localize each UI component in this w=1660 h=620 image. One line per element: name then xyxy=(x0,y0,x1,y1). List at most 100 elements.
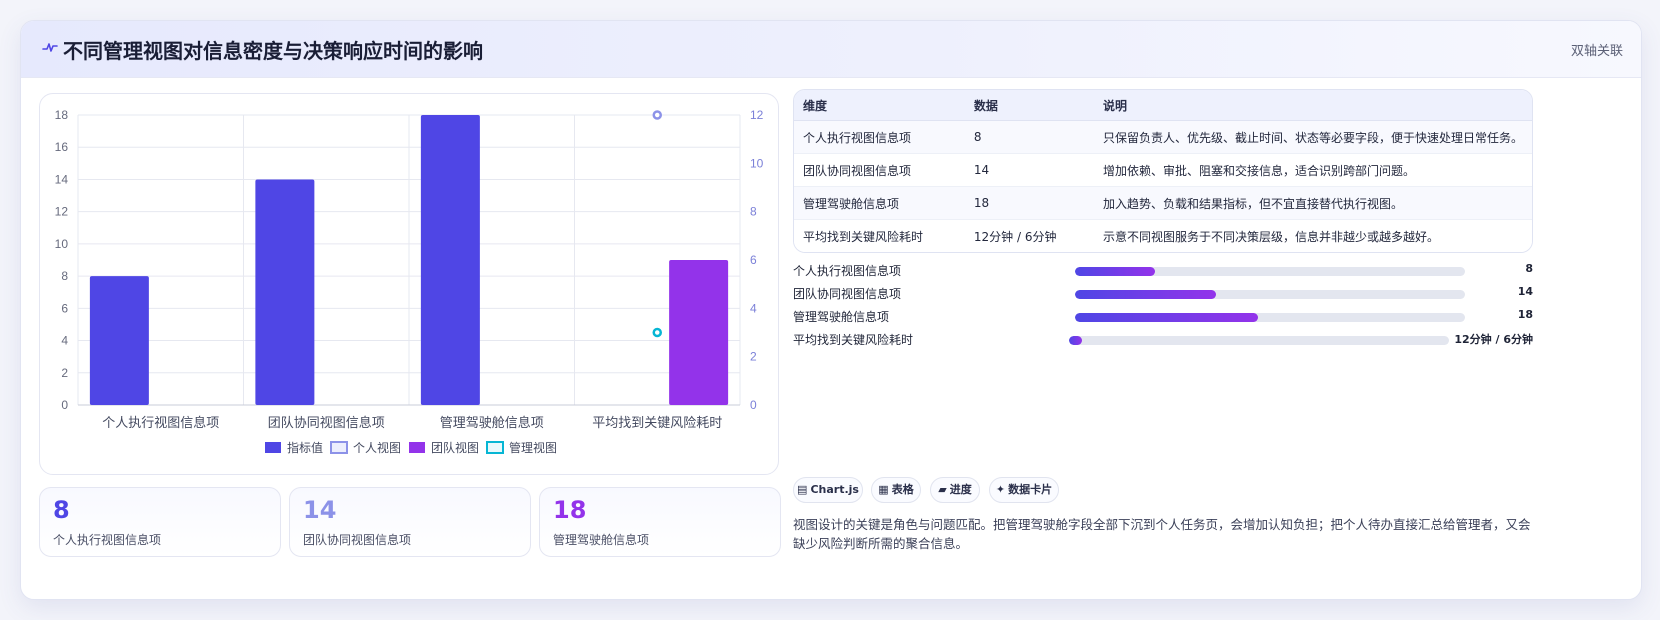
table-row: 平均找到关键风险耗时 12分钟 / 6分钟 示意不同视图服务于不同决策层级，信息… xyxy=(794,219,1532,252)
table-cell: 加入趋势、负载和结果指标，但不宜直接替代执行视图。 xyxy=(1093,186,1532,220)
legend-swatch xyxy=(265,442,281,453)
column-header: 维度 xyxy=(794,90,965,121)
y-left-tick-label: 2 xyxy=(61,366,68,380)
stat-label: 个人执行视图信息项 xyxy=(53,533,162,547)
bar-indicator xyxy=(89,276,149,405)
progress-list: 个人执行视图信息项 8 团队协同视图信息项 14 管理驾驶舱信息项 18 平均找… xyxy=(793,259,1533,355)
table-icon: ▦ xyxy=(878,483,889,496)
progress-track xyxy=(1075,267,1465,276)
legend-swatch xyxy=(486,441,504,454)
chip-table[interactable]: ▦ 表格 xyxy=(871,477,921,503)
progress-row: 平均找到关键风险耗时 12分钟 / 6分钟 xyxy=(793,328,1533,351)
y-left-tick-label: 14 xyxy=(55,172,69,186)
bar-team-view xyxy=(669,260,729,405)
legend-label: 个人视图 xyxy=(353,440,401,455)
stat-value: 8 xyxy=(53,496,70,524)
legend-label: 团队视图 xyxy=(431,440,479,455)
legend-label: 指标值 xyxy=(287,440,323,455)
chip-label: Chart.js xyxy=(810,483,859,496)
progress-fill xyxy=(1069,336,1083,345)
y-left-tick-label: 10 xyxy=(55,237,69,251)
y-right-tick-label: 0 xyxy=(750,398,757,412)
progress-label: 管理驾驶舱信息项 xyxy=(793,310,890,324)
stat-card: 14 团队协同视图信息项 xyxy=(289,487,531,557)
summary-note: 视图设计的关键是角色与问题匹配。把管理驾驶舱字段全部下沉到个人任务页，会增加认知… xyxy=(793,517,1531,551)
table-cell: 示意不同视图服务于不同决策层级，信息并非越少或越多越好。 xyxy=(1093,219,1532,252)
progress-value: 18 xyxy=(1517,308,1533,321)
card-header: 不同管理视图对信息密度与决策响应时间的影响 双轴关联 xyxy=(21,21,1641,78)
chip-chartjs[interactable]: ▤ Chart.js xyxy=(793,477,863,503)
table-row: 团队协同视图信息项 14 增加依赖、审批、阻塞和交接信息，适合识别跨部门问题。 xyxy=(794,153,1532,187)
legend-swatch xyxy=(409,442,425,453)
chip-label: 数据卡片 xyxy=(1008,483,1053,496)
progress-row: 管理驾驶舱信息项 18 xyxy=(793,305,1533,328)
point-management-view xyxy=(652,327,662,338)
stat-card: 8 个人执行视图信息项 xyxy=(39,487,281,557)
chart-icon: ▤ xyxy=(797,483,808,496)
legend-swatch xyxy=(330,441,348,454)
stat-card: 18 管理驾驶舱信息项 xyxy=(539,487,781,557)
progress-row: 个人执行视图信息项 8 xyxy=(793,259,1533,282)
bar-indicator xyxy=(255,179,315,405)
pulse-icon xyxy=(42,43,58,52)
dashboard-card: 不同管理视图对信息密度与决策响应时间的影响 双轴关联 0 2 4 6 8 10 12 14 16… xyxy=(20,20,1642,600)
column-header: 说明 xyxy=(1093,90,1532,121)
sparkle-icon: ✦ xyxy=(995,483,1006,496)
progress-track xyxy=(1069,336,1449,345)
y-left-tick-label: 12 xyxy=(55,205,69,219)
progress-fill xyxy=(1075,290,1216,299)
table-header-row: 维度 数据 说明 xyxy=(794,90,1532,121)
y-left-tick-label: 16 xyxy=(55,140,69,154)
table-cell: 管理驾驶舱信息项 xyxy=(794,186,965,220)
progress-value: 8 xyxy=(1525,262,1533,275)
chip-data-card[interactable]: ✦ 数据卡片 xyxy=(989,477,1059,503)
stat-label: 团队协同视图信息项 xyxy=(303,533,412,547)
y-right-tick-label: 8 xyxy=(750,205,757,219)
x-tick-label: 团队协同视图信息项 xyxy=(268,415,385,431)
stat-value: 14 xyxy=(303,496,337,524)
progress-value: 14 xyxy=(1517,285,1533,298)
x-tick-label: 平均找到关键风险耗时 xyxy=(592,416,722,431)
progress-track xyxy=(1075,313,1465,322)
progress-label: 个人执行视图信息项 xyxy=(793,264,902,278)
bar-indicator xyxy=(420,115,480,405)
progress-row: 团队协同视图信息项 14 xyxy=(793,282,1533,305)
table-row: 个人执行视图信息项 8 只保留负责人、优先级、截止时间、状态等必要字段，便于快速… xyxy=(794,120,1532,154)
table-cell: 平均找到关键风险耗时 xyxy=(794,219,965,252)
table-cell: 8 xyxy=(964,120,1094,154)
chip-progress[interactable]: ▰ 进度 xyxy=(930,477,980,503)
legend-label: 管理视图 xyxy=(509,440,557,455)
point-personal-view xyxy=(652,110,662,120)
table-cell: 18 xyxy=(964,186,1094,220)
y-left-tick-label: 8 xyxy=(61,269,68,283)
y-right-tick-label: 4 xyxy=(750,301,757,315)
y-right-tick-label: 10 xyxy=(750,156,764,170)
table-row: 管理驾驶舱信息项 18 加入趋势、负载和结果指标，但不宜直接替代执行视图。 xyxy=(794,186,1532,220)
x-tick-label: 管理驾驶舱信息项 xyxy=(440,415,544,431)
column-header: 数据 xyxy=(964,90,1094,121)
progress-fill xyxy=(1075,313,1258,322)
y-right-tick-label: 2 xyxy=(750,350,757,364)
dual-axis-tag: 双轴关联 xyxy=(1570,44,1623,59)
table-cell: 12分钟 / 6分钟 xyxy=(964,219,1094,252)
stat-label: 管理驾驶舱信息项 xyxy=(553,533,650,547)
progress-label: 平均找到关键风险耗时 xyxy=(793,333,914,347)
combo-chart: 0 2 4 6 8 10 12 14 16 18 0 2 4 6 8 10 12 个人执行视图信息项 团队协同视图信… xyxy=(55,108,764,455)
stat-value: 18 xyxy=(553,496,587,524)
progress-value: 12分钟 / 6分钟 xyxy=(1454,333,1533,346)
y-left-tick-label: 4 xyxy=(61,334,68,348)
progress-icon: ▰ xyxy=(938,483,947,496)
chip-label: 进度 xyxy=(949,483,972,496)
page-title: 不同管理视图对信息密度与决策响应时间的影响 xyxy=(63,39,483,63)
chip-label: 表格 xyxy=(891,483,914,496)
table-cell: 个人执行视图信息项 xyxy=(794,120,965,154)
y-left-tick-label: 6 xyxy=(61,301,68,315)
table-cell: 团队协同视图信息项 xyxy=(794,153,965,187)
table-cell: 14 xyxy=(964,153,1094,187)
y-left-tick-label: 0 xyxy=(61,398,68,412)
x-tick-label: 个人执行视图信息项 xyxy=(102,415,219,431)
y-left-tick-label: 18 xyxy=(55,108,69,122)
progress-label: 团队协同视图信息项 xyxy=(793,287,902,301)
progress-fill xyxy=(1075,267,1155,276)
progress-track xyxy=(1075,290,1465,299)
